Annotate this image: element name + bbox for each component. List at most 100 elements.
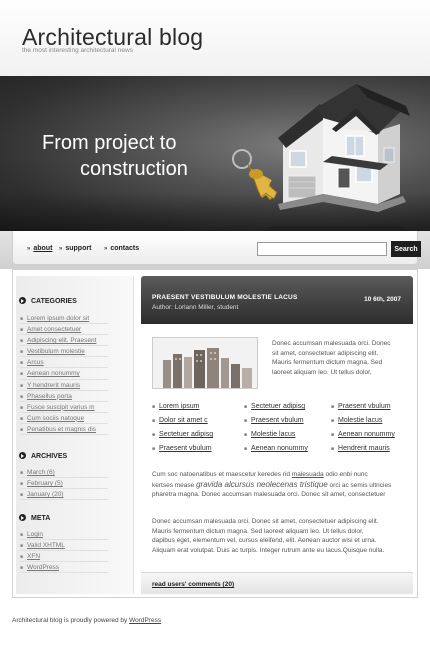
post-link[interactable]: ■ Aenean nonummy — [331, 431, 395, 438]
emphasized-text: gravida alcursus neolecenas tristique — [196, 479, 328, 489]
post-link[interactable]: ■ Praesent vbulum — [331, 403, 391, 410]
text-line: Donec accumsan malesuada orci. Donec sit… — [152, 518, 379, 525]
bullet-icon: ■ — [20, 349, 24, 356]
category-item[interactable]: ■ Penatibus et magnis dis — [20, 424, 108, 436]
category-label: Vestibulum molestie — [27, 348, 85, 356]
bullet-icon: ■ — [331, 418, 335, 424]
nav-item-contacts[interactable]: » contacts — [104, 245, 139, 252]
bullet-icon: ■ — [244, 404, 248, 410]
link-label: Aenean nonummy — [251, 445, 308, 452]
category-item[interactable]: ■ Arcus — [20, 357, 108, 369]
link-label: Sectetuer adipisg — [159, 431, 214, 438]
post-links-grid: ■ Lorem ipsum ■ Sectetuer adipisg ■ Praesen… — [152, 403, 410, 459]
bullet-icon: ■ — [20, 543, 24, 550]
category-label: Phasellus porta — [27, 392, 72, 400]
footer-text: Architectural blog is proudly powered by — [12, 617, 128, 624]
bullet-icon: ■ — [244, 432, 248, 438]
post-link[interactable]: ■ Molestie lacus — [331, 417, 382, 424]
bullet-icon: ■ — [152, 446, 156, 452]
bullet-icon: ■ — [20, 426, 24, 433]
meta-item[interactable]: ■ Valid XHTML — [20, 540, 108, 552]
category-item[interactable]: ■ Fusce suscipit varius m — [20, 402, 108, 413]
post-date: 10 6th, 2007 — [364, 296, 401, 303]
bullet-arrow-icon — [19, 452, 26, 459]
bullet-icon: ■ — [20, 360, 24, 367]
archive-item[interactable]: ■ January (20) — [20, 489, 108, 501]
meta-item[interactable]: ■ XFN — [20, 551, 108, 563]
post-link[interactable]: ■ Sectetuer adipisg — [244, 403, 305, 410]
category-item[interactable]: ■ Lorem ipsum dolor sit — [20, 313, 108, 325]
text-line: dapibus eget, elementum vel, cursus elei… — [152, 537, 377, 545]
nav-strip: » about » support » contacts Search — [12, 231, 421, 265]
archive-item[interactable]: ■ March (6) — [20, 467, 108, 479]
bullet-icon: ■ — [152, 404, 156, 410]
nav-item-label: about — [33, 245, 53, 252]
post-link[interactable]: ■ Dolor sit amet c — [152, 417, 208, 424]
category-item[interactable]: ■ Aenean nonummy — [20, 368, 108, 380]
link-label: Hendrerit mauris — [338, 445, 390, 452]
search-button[interactable]: Search — [391, 241, 421, 257]
house-with-keys-illustration — [232, 84, 410, 231]
bullet-icon: ■ — [20, 393, 24, 400]
category-label: Amet consectetuer — [27, 326, 82, 334]
chevron-right-icon: » — [104, 246, 108, 252]
nav-item-support[interactable]: » support — [59, 245, 91, 252]
category-item[interactable]: ■ Y hendrerit mauris — [20, 380, 108, 391]
banner-headline-line2: construction — [80, 158, 188, 180]
category-label: Aenean nonummy — [27, 370, 80, 378]
post-link[interactable]: ■ Sectetuer adipisg — [152, 431, 213, 438]
text-fragment: orci ac semis ultricies — [329, 481, 392, 489]
bullet-arrow-icon — [19, 297, 26, 304]
bullet-icon: ■ — [20, 327, 24, 334]
bullet-icon: ■ — [20, 316, 24, 322]
post-link[interactable]: ■ Hendrerit mauris — [331, 445, 390, 452]
link-label: Aenean nonummy — [338, 431, 395, 438]
archive-item[interactable]: ■ February (5) — [20, 478, 108, 490]
sidebar-heading-categories: CATEGORIES — [19, 297, 77, 305]
bullet-icon: ■ — [331, 446, 335, 452]
meta-item[interactable]: ■ WordPress — [20, 562, 108, 574]
link-label: Lorem ipsum — [159, 403, 200, 410]
nav-item-about[interactable]: » about — [27, 245, 52, 252]
link-label: Dolor sit amet c — [159, 417, 208, 424]
category-label: Y hendrerit mauris — [27, 381, 81, 389]
post-link[interactable]: ■ Praesent vbulum — [152, 445, 212, 452]
comments-link[interactable]: read users' comments (20) — [152, 581, 234, 588]
meta-list: ■ Login ■ Valid XHTML ■ XFN ■ WordPress — [20, 529, 108, 574]
meta-item[interactable]: ■ Login — [20, 529, 108, 541]
text-line: Donec accumsan malesuada orci. Donec — [272, 340, 391, 347]
category-item[interactable]: ■ Cum sociis natoque — [20, 413, 108, 424]
bullet-icon: ■ — [20, 338, 24, 345]
post-title[interactable]: PRAESENT VESTIBULUM MOLESTIE LACUS — [152, 294, 297, 301]
bullet-icon: ■ — [244, 418, 248, 424]
search-input[interactable] — [257, 242, 387, 256]
text-fragment: Cum soc natoenatibus et maescetur kerede… — [152, 471, 291, 478]
category-item[interactable]: ■ Vestibulum molestie — [20, 346, 108, 358]
post-link[interactable]: ■ Lorem ipsum — [152, 403, 200, 410]
bullet-icon: ■ — [244, 446, 248, 452]
footer-wordpress-link[interactable]: WordPress — [129, 617, 161, 624]
bullet-icon: ■ — [20, 404, 24, 411]
category-item[interactable]: ■ Phasellus porta — [20, 391, 108, 402]
chevron-right-icon: » — [59, 246, 63, 252]
post-link[interactable]: ■ Praesent vbulum — [244, 417, 304, 424]
nav-item-label: support — [65, 245, 92, 252]
bullet-icon: ■ — [20, 565, 24, 572]
banner-headline-line1: From project to — [42, 132, 177, 154]
text-line: Mauris fermentum dictum magna. Sed — [272, 359, 383, 367]
post-link[interactable]: ■ Aenean nonummy — [244, 445, 308, 452]
meta-label: WordPress — [27, 564, 60, 572]
category-item[interactable]: ■ Amet consectetuer — [20, 324, 108, 336]
bullet-icon: ■ — [331, 404, 335, 410]
inline-link[interactable]: malesuada — [292, 471, 324, 478]
link-label: Molestie lacus — [338, 417, 383, 424]
heading-label: ARCHIVES — [31, 453, 68, 460]
post-link[interactable]: ■ Molestie lacus — [244, 431, 295, 438]
category-item[interactable]: ■ Adipiscing elit. Praesent — [20, 335, 108, 347]
site-footer: Architectural blog is proudly powered by… — [12, 617, 161, 624]
link-label: Molestie lacus — [251, 431, 296, 438]
bullet-icon: ■ — [20, 481, 24, 488]
bullet-icon: ■ — [20, 532, 24, 538]
bullet-icon: ■ — [20, 470, 24, 476]
chevron-right-icon: » — [27, 246, 31, 252]
